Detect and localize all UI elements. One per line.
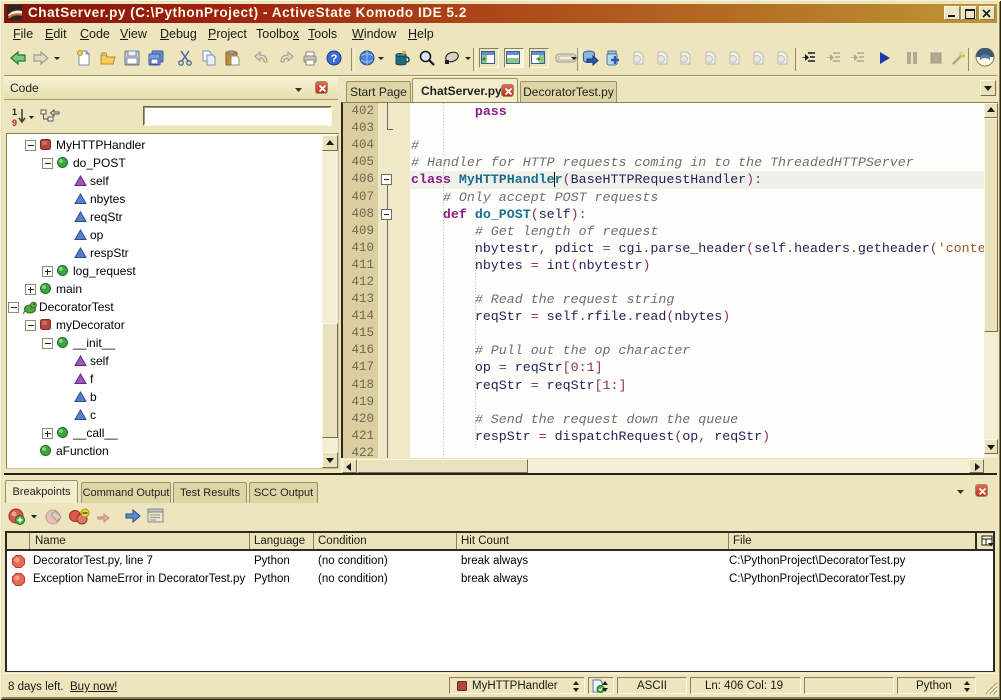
svg-text:9: 9 [12,118,17,128]
svg-text:1: 1 [12,107,17,117]
svg-text:?: ? [331,53,338,65]
